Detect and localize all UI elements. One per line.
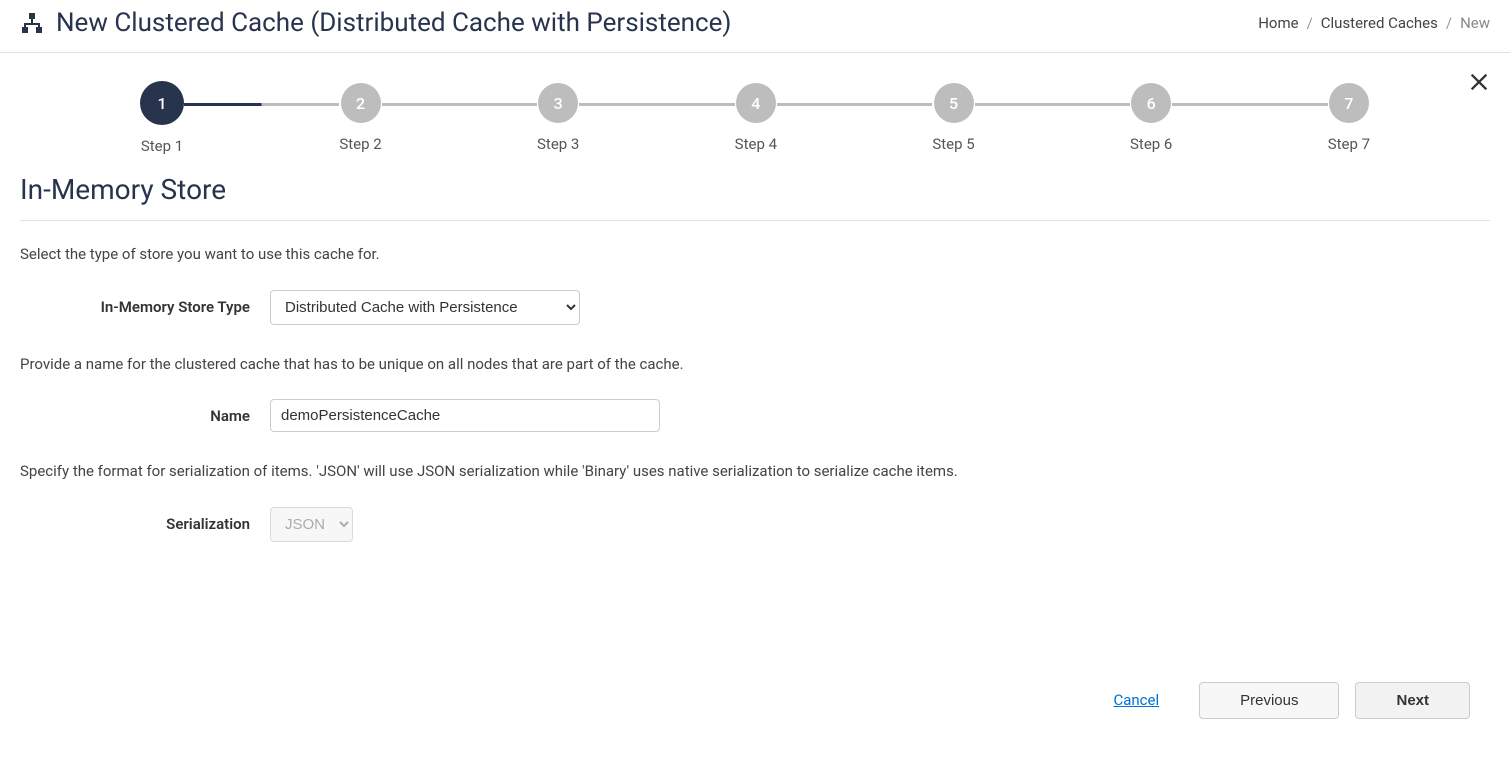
- content: 1 Step 1 2 Step 2 3 Step 3 4 Step 4 5 St…: [0, 53, 1510, 759]
- header-left: New Clustered Cache (Distributed Cache w…: [20, 8, 731, 38]
- breadcrumb-home[interactable]: Home: [1258, 14, 1298, 32]
- step-label: Step 7: [1328, 135, 1370, 153]
- step-7[interactable]: 7 Step 7: [1328, 83, 1370, 153]
- step-connector: [975, 103, 1130, 106]
- wizard-stepper: 1 Step 1 2 Step 2 3 Step 3 4 Step 4 5 St…: [20, 63, 1490, 165]
- step-label: Step 1: [141, 137, 183, 155]
- step-label: Step 6: [1130, 135, 1172, 153]
- wizard-footer: Cancel Previous Next: [20, 662, 1490, 739]
- breadcrumb: Home / Clustered Caches / New: [1258, 14, 1490, 32]
- hierarchy-icon: [20, 11, 44, 35]
- step-circle: 7: [1329, 83, 1369, 123]
- cancel-link[interactable]: Cancel: [1113, 691, 1159, 709]
- step-connector: [777, 103, 932, 106]
- step-1[interactable]: 1 Step 1: [140, 83, 184, 155]
- step-label: Step 3: [537, 135, 579, 153]
- breadcrumb-separator: /: [1307, 14, 1313, 32]
- store-type-label: In-Memory Store Type: [20, 298, 270, 316]
- step-circle: 6: [1131, 83, 1171, 123]
- next-button[interactable]: Next: [1355, 682, 1470, 719]
- step-circle: 5: [934, 83, 974, 123]
- step-4[interactable]: 4 Step 4: [735, 83, 777, 153]
- serialization-row: Serialization JSON: [20, 507, 1490, 542]
- breadcrumb-current: New: [1460, 14, 1490, 32]
- step-circle: 2: [341, 83, 381, 123]
- store-type-row: In-Memory Store Type Distributed Cache w…: [20, 290, 1490, 325]
- step-connector: [579, 103, 734, 106]
- section-heading: In-Memory Store: [20, 165, 1490, 221]
- serialization-select[interactable]: JSON: [270, 507, 353, 542]
- step-connector: [184, 103, 339, 106]
- step-2[interactable]: 2 Step 2: [339, 83, 381, 153]
- step-label: Step 4: [735, 135, 777, 153]
- name-description: Provide a name for the clustered cache t…: [20, 353, 1490, 376]
- name-input[interactable]: [270, 399, 660, 432]
- page-title: New Clustered Cache (Distributed Cache w…: [56, 8, 731, 38]
- step-circle: 3: [538, 83, 578, 123]
- step-3[interactable]: 3 Step 3: [537, 83, 579, 153]
- step-connector: [1172, 103, 1327, 106]
- serialization-description: Specify the format for serialization of …: [20, 460, 1490, 483]
- step-circle: 1: [140, 81, 184, 125]
- store-type-description: Select the type of store you want to use…: [20, 243, 1490, 266]
- name-row: Name: [20, 399, 1490, 432]
- step-label: Step 5: [932, 135, 974, 153]
- previous-button[interactable]: Previous: [1199, 682, 1339, 719]
- step-circle: 4: [736, 83, 776, 123]
- step-5[interactable]: 5 Step 5: [932, 83, 974, 153]
- store-type-select[interactable]: Distributed Cache with Persistence: [270, 290, 580, 325]
- serialization-label: Serialization: [20, 515, 270, 533]
- step-label: Step 2: [339, 135, 381, 153]
- step-6[interactable]: 6 Step 6: [1130, 83, 1172, 153]
- page-header: New Clustered Cache (Distributed Cache w…: [0, 0, 1510, 53]
- name-label: Name: [20, 407, 270, 425]
- breadcrumb-caches[interactable]: Clustered Caches: [1321, 14, 1438, 32]
- step-connector: [382, 103, 537, 106]
- breadcrumb-separator: /: [1446, 14, 1452, 32]
